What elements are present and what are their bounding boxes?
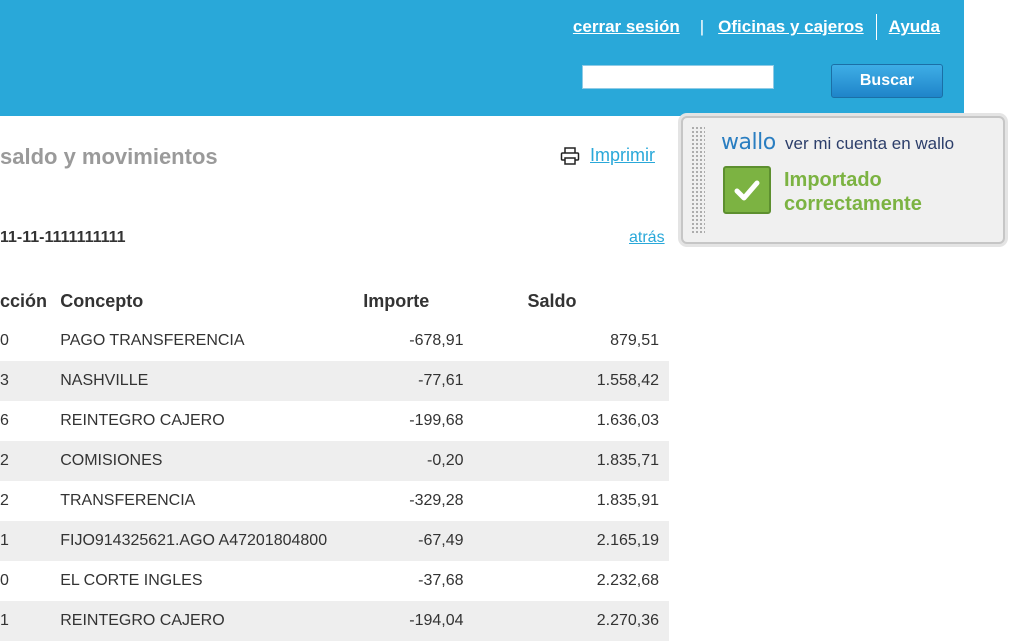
page-title: saldo y movimientos [0,144,218,169]
help-link[interactable]: Ayuda [889,17,940,37]
cell-concept: TRANSFERENCIA [60,492,196,509]
cell-concept: REINTEGRO CAJERO [60,601,352,641]
cell-amount: -329,28 [409,492,464,509]
import-status: Importado correctamente [784,168,922,216]
cell-date: 1 [0,601,61,641]
wallo-widget: wallo ver mi cuenta en wallo Importado c… [681,116,1005,244]
header-bar: cerrar sesión | Oficinas y cajeros Ayuda… [0,0,964,116]
cell-amount: -199,68 [409,412,464,429]
cell-amount: -67,49 [351,521,464,561]
cell-concept: FIJO914325621.AGO A47201804800 [60,521,352,561]
table-row[interactable]: 3 NASHVILLE -77,61 1.558,42 [0,361,669,401]
cell-amount: -77,61 [351,361,464,401]
offices-link[interactable]: Oficinas y cajeros [718,17,864,37]
print-action[interactable]: Imprimir [560,145,655,166]
column-header-amount: Importe [363,290,430,311]
back-link[interactable]: atrás [629,229,665,247]
cell-date: 0 [0,572,9,589]
table-row[interactable]: 0 PAGO TRANSFERENCIA -678,91 879,51 [0,321,669,361]
cell-concept: PAGO TRANSFERENCIA [60,332,245,349]
import-status-line1: Importado [784,169,882,191]
logout-link[interactable]: cerrar sesión [573,17,680,37]
table-row[interactable]: 1 REINTEGRO CAJERO -194,04 2.270,36 [0,601,669,641]
import-status-line2: correctamente [784,193,922,215]
print-link[interactable]: Imprimir [590,145,655,166]
cell-concept: COMISIONES [60,441,352,481]
check-icon [723,166,771,214]
search-button[interactable]: Buscar [831,64,943,98]
cell-date: 3 [0,361,61,401]
cell-concept: NASHVILLE [60,361,352,401]
cell-balance: 1.835,71 [463,441,669,481]
cell-balance: 1.558,42 [463,361,669,401]
cell-amount: -0,20 [351,441,464,481]
wallo-account-link[interactable]: ver mi cuenta en wallo [785,134,954,154]
column-header-concept: Concepto [60,290,144,311]
account-number: 11-11-1111111111 [0,229,126,246]
link-separator: | [699,17,705,36]
cell-amount: -194,04 [351,601,464,641]
cell-amount: -37,68 [418,572,464,589]
movements-table: cción Concepto Importe Saldo 0 PAGO TRAN… [0,281,669,641]
wallo-logo: wallo [721,130,776,155]
table-row[interactable]: 1 FIJO914325621.AGO A47201804800 -67,49 … [0,521,669,561]
cell-date: 2 [0,441,61,481]
cell-date: 1 [0,521,61,561]
cell-concept: REINTEGRO CAJERO [60,412,225,429]
cell-balance: 1.636,03 [596,412,659,429]
cell-date: 2 [0,492,9,509]
header-links: cerrar sesión | Oficinas y cajeros Ayuda [573,14,940,40]
printer-icon [560,146,580,165]
table-row[interactable]: 2 COMISIONES -0,20 1.835,71 [0,441,669,481]
cell-date: 0 [0,332,9,349]
cell-date: 6 [0,412,9,429]
table-row[interactable]: 2 TRANSFERENCIA -329,28 1.835,91 [0,481,669,521]
cell-concept: EL CORTE INGLES [60,572,203,589]
search-input[interactable] [582,65,774,89]
column-header-date: cción [0,290,48,311]
cell-balance: 2.232,68 [596,572,659,589]
column-header-balance: Saldo [527,290,577,311]
cell-amount: -678,91 [409,332,464,349]
cell-balance: 2.270,36 [463,601,669,641]
drag-handle[interactable] [691,126,705,234]
cell-balance: 2.165,19 [463,521,669,561]
table-row[interactable]: 6 REINTEGRO CAJERO -199,68 1.636,03 [0,401,669,441]
cell-balance: 1.835,91 [596,492,659,509]
cell-balance: 879,51 [610,332,659,349]
table-header-row: cción Concepto Importe Saldo [0,281,669,321]
link-divider [875,14,877,40]
table-row[interactable]: 0 EL CORTE INGLES -37,68 2.232,68 [0,561,669,601]
